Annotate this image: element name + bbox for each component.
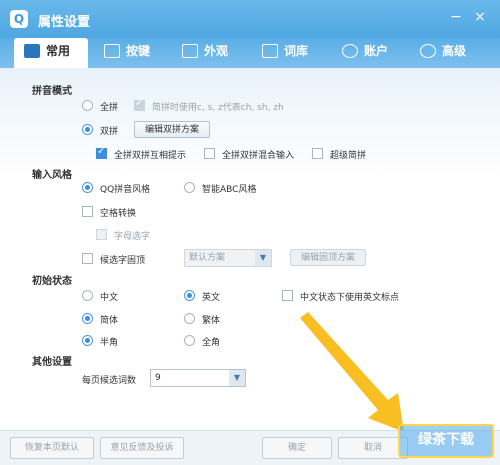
watermark-logo: 绿茶下载 (398, 424, 494, 458)
annotation-arrow (300, 312, 404, 432)
feedback-button[interactable]: 意见反馈及投诉 (100, 437, 184, 459)
restore-defaults-button[interactable]: 恢复本页默认 (10, 437, 94, 459)
ok-button[interactable]: 确定 (262, 437, 332, 459)
settings-window: Q 属性设置 − × 常用 按键 外观 词库 账户 高级 拼音模式 全拼 简拼时… (0, 0, 500, 465)
